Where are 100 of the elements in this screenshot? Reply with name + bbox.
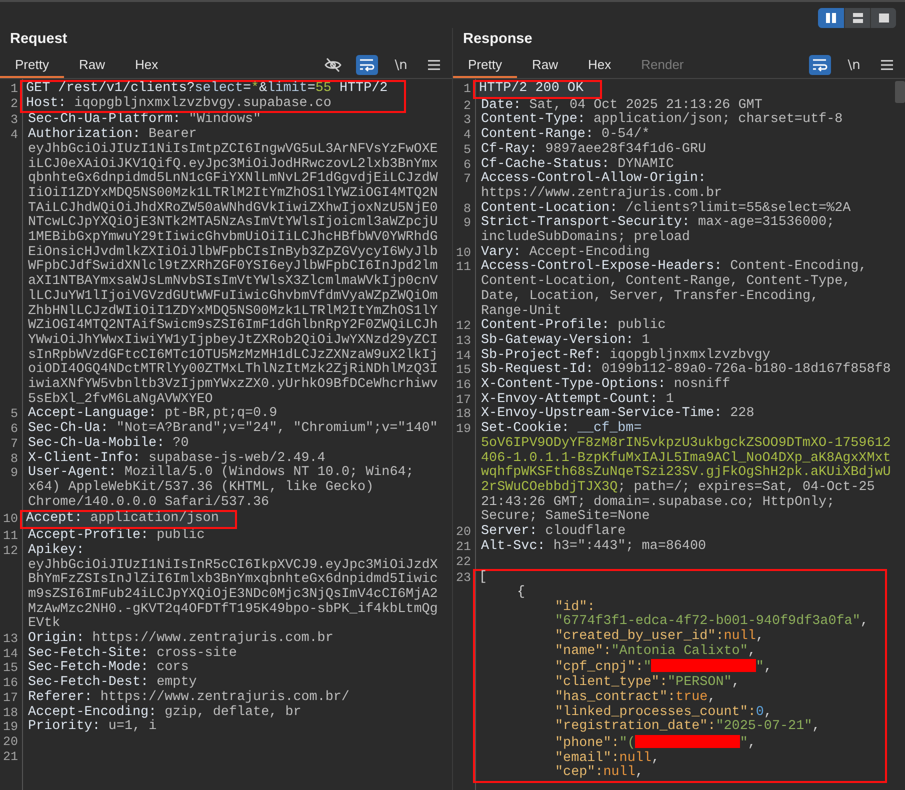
code-line: Sb-Gateway-Version: 1 (481, 334, 650, 348)
line-number: 18 (2, 706, 19, 720)
code-line: Cf-Ray: 9897aee28f34f1d6-GRU (481, 142, 706, 157)
line-number: 21 (2, 750, 19, 764)
code-line: Host: iqopgbljnxmxlzvzbvgy.supabase.co (26, 96, 332, 112)
line-number: 3 (462, 113, 472, 128)
line-number: 16 (2, 676, 19, 691)
line-number: 12 (2, 544, 19, 558)
code-line: "email":null, (555, 752, 660, 766)
wrap-button[interactable] (356, 55, 378, 75)
panel-title: Request (9, 30, 68, 49)
code-line: "registration_date":"2025-07-21", (555, 720, 820, 735)
code-line: Content-Location: /clients?limit=55&select=%2A (481, 202, 851, 216)
line-number: 11 (454, 260, 472, 276)
line-number: 5 (462, 142, 472, 158)
tab[interactable]: Pretty (453, 52, 517, 78)
code-line: Sb-Request-Id: 0199b112-89a0-726a-b180-18d167f858f8 (481, 363, 891, 378)
line-number: 9 (9, 466, 19, 481)
code-line: Vary: Accept-Encoding (481, 246, 650, 260)
newline-toggle[interactable]: \n (390, 55, 412, 75)
line-number: 3 (9, 113, 19, 128)
tab[interactable]: Raw (516, 52, 573, 78)
wrap-button[interactable] (809, 55, 831, 75)
code-line: Content-Profile: public (481, 319, 666, 334)
code-line: Access-Control-Allow-Origin: https://www.zentrajuris.com.br (481, 172, 724, 201)
line-number: 4 (462, 128, 472, 143)
code-line: Accept: application/json (26, 512, 219, 528)
menu-icon[interactable] (881, 59, 893, 71)
tab[interactable]: Hex (120, 52, 174, 78)
code-line: Date: Sat, 04 Oct 2025 21:13:26 GMT (481, 98, 762, 113)
line-number: 9 (462, 216, 472, 232)
code-line: Cf-Cache-Status: DYNAMIC (481, 158, 674, 172)
code-line: GET /rest/v1/clients?select=*&limit=55 HTTP/2 (26, 82, 388, 96)
line-number: 20 (2, 734, 19, 750)
code-line: "cpf_cnpj":" ", (555, 659, 772, 676)
line-number: 7 (462, 172, 472, 187)
code-line: Content-Range: 0-54/* (481, 128, 650, 142)
code-line: Sec-Fetch-Site: cross-site (28, 646, 237, 661)
line-number: 8 (462, 202, 472, 216)
line-number: 16 (454, 378, 472, 393)
line-number: 6 (462, 158, 472, 172)
layout-button[interactable] (818, 8, 844, 28)
code-line: "has_contract":true, (555, 690, 716, 705)
line-number: 19 (2, 720, 19, 735)
code-line: "id": "6774f3f1-edca-4f72-b001-940f9df3a0fa", (555, 600, 870, 630)
code-line: HTTP/2 200 OK (479, 82, 584, 97)
tab[interactable]: Pretty (0, 52, 64, 78)
code-line: X-Envoy-Attempt-Count: 1 (481, 392, 674, 407)
rows-icon (852, 12, 864, 24)
code-line: Server: cloudflare (481, 525, 626, 540)
line-number: 5 (9, 407, 19, 422)
line-number: 4 (9, 128, 19, 143)
wrap-icon (812, 58, 828, 72)
line-number: 17 (2, 690, 19, 706)
code-line: "client_type":"PERSON", (555, 676, 740, 690)
wrap-icon (359, 58, 375, 72)
code-line: "cep":null, (555, 766, 644, 782)
line-number: 14 (454, 348, 472, 364)
line-number: 7 (9, 436, 19, 452)
line-number: 12 (454, 319, 472, 334)
code-line: Accept-Language: pt-BR,pt;q=0.9 (28, 407, 278, 422)
line-number: 1 (9, 82, 19, 97)
line-number: 8 (9, 452, 19, 466)
eye-slash-icon (324, 57, 342, 73)
line-number: 13 (454, 334, 472, 349)
line-number: 23 (454, 571, 472, 586)
code-line: "linked_processes_count":0, (555, 706, 772, 720)
code-line: X-Envoy-Upstream-Service-Time: 228 (481, 407, 754, 422)
code-line: [ (479, 571, 488, 586)
line-number: 15 (2, 661, 19, 676)
code-line: Alt-Svc: h3=":443"; ma=86400 (481, 540, 706, 554)
scrollbar-thumb[interactable] (895, 81, 905, 103)
newline-toggle[interactable]: \n (843, 55, 865, 75)
code-line: Sec-Fetch-Dest: empty (28, 676, 197, 690)
code-line: Strict-Transport-Security: max-age=31536000; includeSubDomains; preload (481, 216, 836, 246)
layout-button[interactable] (870, 8, 896, 28)
visibility-toggle[interactable] (322, 55, 344, 75)
code-line: X-Content-Type-Options: nosniff (481, 378, 730, 393)
code-line: Sec-Ch-Ua-Mobile: ?0 (28, 436, 189, 451)
line-number: 15 (454, 363, 472, 378)
line-number: 17 (454, 392, 472, 408)
panel-title: Response (462, 30, 534, 49)
line-number: 1 (462, 82, 472, 97)
tab[interactable]: Raw (64, 52, 120, 78)
code-line: Priority: u=1, i (28, 720, 157, 735)
line-number: 22 (454, 554, 472, 570)
code-line: X-Client-Info: supabase-js-web/2.49.4 (28, 452, 326, 466)
code-line: "phone":"( ", (555, 734, 756, 751)
code-line: Accept-Profile: public (28, 529, 205, 544)
line-number: 14 (2, 646, 19, 662)
line-number: 19 (454, 422, 472, 437)
line-number: 11 (2, 529, 19, 544)
line-number: 20 (454, 525, 472, 540)
menu-icon[interactable] (428, 59, 440, 71)
square-icon (878, 12, 890, 24)
line-number: 2 (462, 98, 472, 114)
line-number: 21 (454, 540, 472, 554)
tab[interactable]: Hex (572, 52, 626, 78)
columns-icon (825, 12, 837, 24)
code-line: { (517, 586, 526, 601)
